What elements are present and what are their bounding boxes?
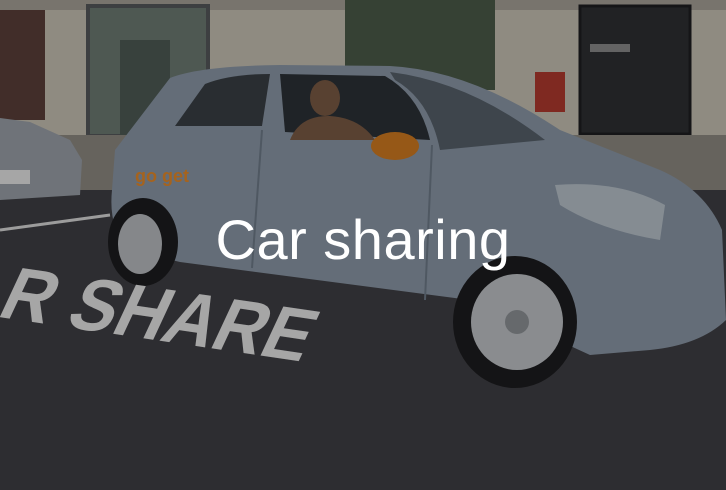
caption-text: Car sharing bbox=[215, 208, 511, 271]
car-sharing-photo: go get CAR SHARE Car sharing bbox=[0, 0, 726, 490]
